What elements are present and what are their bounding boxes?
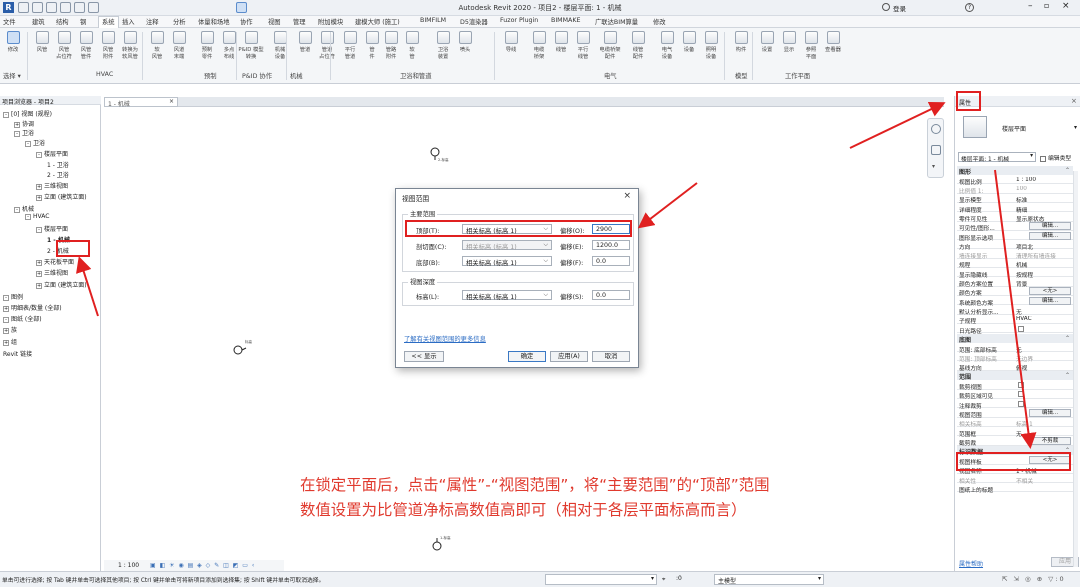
arrow-to-properties [849,101,946,149]
arrow-to-view-range [994,169,1037,449]
annotation-line-2: 数值设置为比管道净标高数值高即可（相对于各层平面标高而言） [300,501,747,519]
annotation-line-1: 在锁定平面后，点击“属性”-“视图范围”，将“主要范围”的“顶部”范围 [300,476,770,494]
revit-window: R Autodesk Revit 2020 - 项目2 - 楼层平面: 1 - … [0,0,1080,587]
arrow-to-dialog [637,182,698,229]
arrow-to-browser [76,256,99,317]
